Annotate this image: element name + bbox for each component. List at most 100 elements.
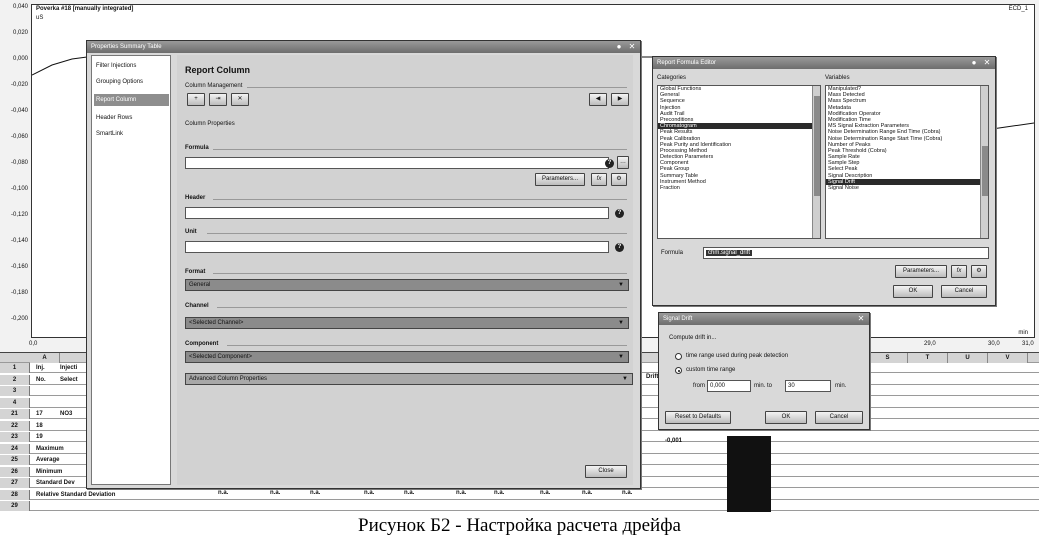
move-right-button[interactable]: ▶ bbox=[611, 93, 629, 106]
nav-filter-injections[interactable]: Filter Injections bbox=[94, 60, 169, 72]
row-number[interactable]: 24 bbox=[0, 443, 30, 454]
na-value[interactable]: n.a. bbox=[456, 490, 466, 496]
column-header-t[interactable]: T bbox=[908, 353, 948, 363]
unit-help-icon[interactable]: ? bbox=[615, 243, 624, 252]
na-value[interactable]: n.a. bbox=[622, 490, 632, 496]
formula-editor-titlebar[interactable]: Report Formula Editor ● ✕ bbox=[653, 57, 995, 69]
formula-help-icon[interactable]: ? bbox=[605, 159, 614, 168]
scroll-thumb[interactable] bbox=[982, 146, 988, 196]
formula-browse-button[interactable]: … bbox=[617, 156, 629, 169]
reset-defaults-button[interactable]: Reset to Defaults bbox=[665, 411, 731, 424]
properties-titlebar[interactable]: Properties Summary Table ● ✕ bbox=[87, 41, 640, 53]
insert-column-button[interactable]: ⇥ bbox=[209, 93, 227, 106]
close-icon[interactable]: ✕ bbox=[856, 314, 866, 324]
na-value[interactable]: n.a. bbox=[494, 490, 504, 496]
delete-column-button[interactable]: ✕ bbox=[231, 93, 249, 106]
cell-b[interactable] bbox=[60, 398, 86, 408]
cell-b[interactable] bbox=[60, 478, 86, 488]
radio-custom-range[interactable] bbox=[675, 367, 682, 374]
settings-icon[interactable]: ⚙ bbox=[971, 265, 987, 278]
na-value[interactable]: n.a. bbox=[270, 490, 280, 496]
formula-field[interactable] bbox=[185, 157, 609, 169]
cell-b[interactable] bbox=[60, 467, 86, 477]
cell-b[interactable]: Select bbox=[60, 375, 86, 385]
advanced-properties-expander[interactable]: Advanced Column Properties ▼ bbox=[185, 373, 633, 385]
row-number[interactable]: 22 bbox=[0, 420, 30, 431]
divider bbox=[207, 233, 627, 234]
nav-grouping-options[interactable]: Grouping Options bbox=[94, 76, 169, 88]
row-number[interactable]: 1 bbox=[0, 363, 30, 373]
row-number[interactable]: 26 bbox=[0, 466, 30, 477]
na-value[interactable]: n.a. bbox=[404, 490, 414, 496]
radio-peak-detection-range[interactable] bbox=[675, 353, 682, 360]
na-value[interactable]: n.a. bbox=[310, 490, 320, 496]
table-row[interactable]: 28 Relative Standard Deviation bbox=[0, 489, 1039, 500]
column-header-u[interactable]: U bbox=[948, 353, 988, 363]
drift-ok-button[interactable]: OK bbox=[765, 411, 807, 424]
nav-header-rows[interactable]: Header Rows bbox=[94, 112, 169, 124]
editor-formula-field[interactable]: chm.signal_drift bbox=[703, 247, 989, 259]
cell-b[interactable] bbox=[60, 386, 86, 396]
row-number[interactable]: 4 bbox=[0, 397, 30, 408]
drift-value-cell[interactable]: -0,001 bbox=[665, 438, 682, 444]
formula-parameters-button[interactable]: Parameters... bbox=[535, 173, 585, 186]
drift-cancel-button[interactable]: Cancel bbox=[815, 411, 863, 424]
cell-b[interactable] bbox=[60, 455, 86, 465]
function-button[interactable]: fx bbox=[591, 173, 607, 186]
header-field[interactable] bbox=[185, 207, 609, 219]
na-value[interactable]: n.a. bbox=[540, 490, 550, 496]
table-row[interactable]: 29 bbox=[0, 501, 1039, 511]
row-number[interactable]: 23 bbox=[0, 432, 30, 442]
scroll-thumb[interactable] bbox=[814, 96, 820, 196]
editor-cancel-button[interactable]: Cancel bbox=[941, 285, 987, 298]
cell-b[interactable]: NO3 bbox=[60, 409, 86, 419]
column-header-a[interactable]: A bbox=[30, 353, 60, 363]
cell-b[interactable] bbox=[60, 501, 86, 511]
na-value[interactable]: n.a. bbox=[364, 490, 374, 496]
categories-scrollbar[interactable] bbox=[812, 86, 820, 238]
row-number[interactable]: 2 bbox=[0, 374, 30, 385]
cell-b[interactable] bbox=[60, 421, 86, 431]
close-icon[interactable]: ✕ bbox=[627, 42, 637, 52]
editor-ok-button[interactable]: OK bbox=[893, 285, 933, 298]
na-value[interactable]: n.a. bbox=[582, 490, 592, 496]
row-number[interactable]: 28 bbox=[0, 489, 30, 500]
add-column-button[interactable]: + bbox=[187, 93, 205, 106]
settings-icon[interactable]: ⚙ bbox=[611, 173, 627, 186]
nav-smartlink[interactable]: SmartLink bbox=[94, 128, 169, 140]
unit-field[interactable] bbox=[185, 241, 609, 253]
format-dropdown[interactable]: General ▼ bbox=[185, 279, 629, 291]
properties-nav: Filter Injections Grouping Options Repor… bbox=[91, 55, 171, 485]
row-number[interactable]: 3 bbox=[0, 386, 30, 396]
row-number[interactable]: 29 bbox=[0, 501, 30, 511]
nav-report-column[interactable]: Report Column bbox=[94, 94, 169, 106]
editor-parameters-button[interactable]: Parameters... bbox=[895, 265, 947, 278]
component-dropdown[interactable]: <Selected Component> ▼ bbox=[185, 351, 629, 363]
help-icon[interactable]: ● bbox=[614, 42, 624, 52]
header-help-icon[interactable]: ? bbox=[615, 209, 624, 218]
close-button[interactable]: Close bbox=[585, 465, 627, 478]
column-header-s[interactable]: S bbox=[868, 353, 908, 363]
help-icon[interactable]: ● bbox=[969, 58, 979, 68]
from-time-input[interactable]: 0,000 bbox=[707, 380, 751, 392]
row-number[interactable]: 25 bbox=[0, 455, 30, 465]
row-number[interactable]: 21 bbox=[0, 409, 30, 419]
drift-titlebar[interactable]: Signal Drift ✕ bbox=[659, 313, 869, 325]
column-header-v[interactable]: V bbox=[988, 353, 1028, 363]
variables-list[interactable]: Manipulated? Mass Detected Mass Spectrum Me… bbox=[825, 85, 989, 239]
channel-dropdown[interactable]: <Selected Channel> ▼ bbox=[185, 317, 629, 329]
function-button[interactable]: fx bbox=[951, 265, 967, 278]
variables-scrollbar[interactable] bbox=[980, 86, 988, 238]
categories-list[interactable]: Global Functions General Sequence Injection… bbox=[657, 85, 821, 239]
variable-item[interactable]: Signal Noise bbox=[826, 185, 988, 191]
cell-b[interactable] bbox=[60, 444, 86, 454]
row-number[interactable]: 27 bbox=[0, 478, 30, 488]
cell-b[interactable] bbox=[60, 432, 86, 442]
category-item[interactable]: Fraction bbox=[658, 185, 820, 191]
close-icon[interactable]: ✕ bbox=[982, 58, 992, 68]
to-time-input[interactable]: 30 bbox=[785, 380, 831, 392]
move-left-button[interactable]: ◀ bbox=[589, 93, 607, 106]
cell-b[interactable]: Injecti bbox=[60, 363, 86, 373]
na-value[interactable]: n.a. bbox=[218, 490, 228, 496]
cell-b[interactable] bbox=[60, 490, 86, 500]
